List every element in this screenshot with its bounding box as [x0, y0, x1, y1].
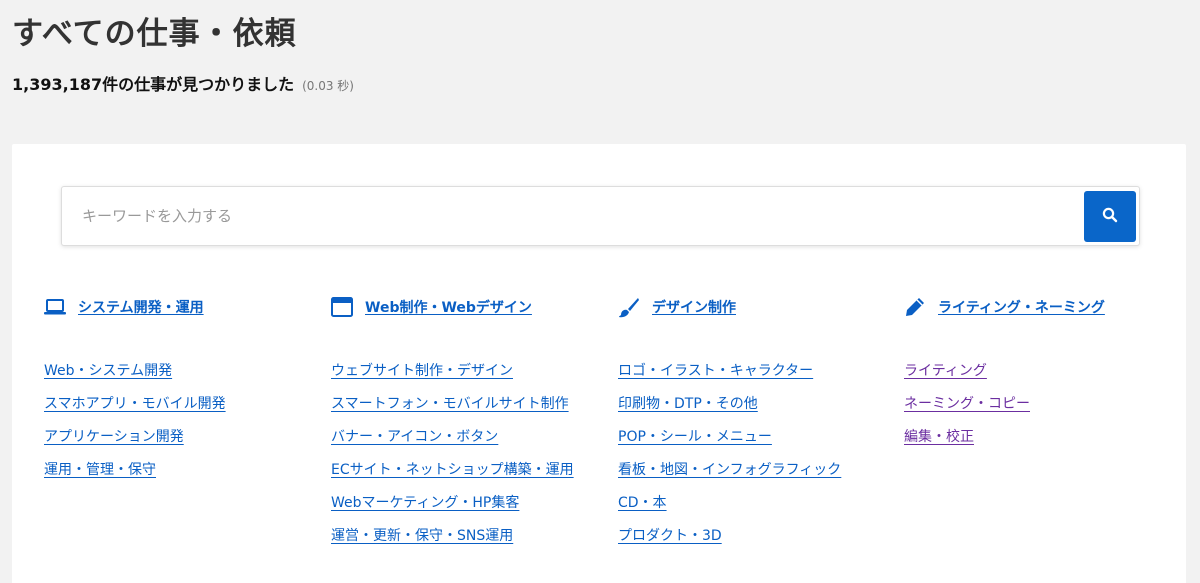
browser-window-icon [331, 296, 353, 318]
category-header: システム開発・運用 [44, 296, 226, 318]
list-item: プロダクト・3D [618, 520, 841, 553]
list-item: ロゴ・イラスト・キャラクター [618, 355, 841, 388]
category-link[interactable]: プロダクト・3D [618, 528, 722, 544]
pencil-icon [904, 296, 926, 318]
category-link[interactable]: Web・システム開発 [44, 363, 172, 379]
result-count: 1,393,187件の仕事が見つかりました (0.03 秒) [12, 71, 354, 95]
category-header: ライティング・ネーミング [904, 296, 1105, 318]
page-title: すべての仕事・依頼 [12, 16, 297, 52]
category-link[interactable]: 運営・更新・保守・SNS運用 [331, 528, 513, 544]
category-link[interactable]: 編集・校正 [904, 429, 974, 445]
list-item: 印刷物・DTP・その他 [618, 388, 841, 421]
list-item: Web・システム開発 [44, 355, 226, 388]
list-item: POP・シール・メニュー [618, 421, 841, 454]
category-header: Web制作・Webデザイン [331, 296, 576, 318]
list-item: ライティング [904, 355, 1105, 388]
list-item: スマートフォン・モバイルサイト制作 [331, 388, 576, 421]
result-count-text: 1,393,187件の仕事が見つかりました [12, 75, 295, 94]
category-writing: ライティング・ネーミング ライティング ネーミング・コピー 編集・校正 [904, 296, 1105, 454]
list-item: 運用・管理・保守 [44, 454, 226, 487]
list-item: スマホアプリ・モバイル開発 [44, 388, 226, 421]
category-link-list: ロゴ・イラスト・キャラクター 印刷物・DTP・その他 POP・シール・メニュー … [618, 355, 841, 553]
search-button[interactable] [1084, 191, 1136, 242]
list-item: アプリケーション開発 [44, 421, 226, 454]
category-link[interactable]: ライティング [904, 363, 987, 379]
category-link[interactable]: ウェブサイト制作・デザイン [331, 363, 513, 379]
list-item: 運営・更新・保守・SNS運用 [331, 520, 576, 553]
category-title-link[interactable]: ライティング・ネーミング [938, 297, 1105, 317]
list-item: CD・本 [618, 487, 841, 520]
category-link[interactable]: ネーミング・コピー [904, 396, 1030, 412]
category-title-link[interactable]: システム開発・運用 [78, 297, 204, 317]
list-item: ECサイト・ネットショップ構築・運用 [331, 454, 576, 487]
category-header: デザイン制作 [618, 296, 841, 318]
search-time: (0.03 秒) [302, 79, 354, 93]
list-item: 看板・地図・インフォグラフィック [618, 454, 841, 487]
category-design: デザイン制作 ロゴ・イラスト・キャラクター 印刷物・DTP・その他 POP・シー… [618, 296, 841, 553]
search-icon [1102, 207, 1118, 226]
category-link-list: ライティング ネーミング・コピー 編集・校正 [904, 355, 1105, 454]
category-link[interactable]: 印刷物・DTP・その他 [618, 396, 758, 412]
category-link[interactable]: スマートフォン・モバイルサイト制作 [331, 396, 569, 412]
list-item: 編集・校正 [904, 421, 1105, 454]
category-link[interactable]: ECサイト・ネットショップ構築・運用 [331, 462, 574, 478]
search-box [61, 186, 1140, 246]
search-card: システム開発・運用 Web・システム開発 スマホアプリ・モバイル開発 アプリケー… [12, 144, 1186, 583]
search-input[interactable] [62, 187, 1082, 245]
list-item: ウェブサイト制作・デザイン [331, 355, 576, 388]
list-item: ネーミング・コピー [904, 388, 1105, 421]
category-link[interactable]: 運用・管理・保守 [44, 462, 156, 478]
category-link-list: Web・システム開発 スマホアプリ・モバイル開発 アプリケーション開発 運用・管… [44, 355, 226, 487]
category-link-list: ウェブサイト制作・デザイン スマートフォン・モバイルサイト制作 バナー・アイコン… [331, 355, 576, 553]
category-web-design: Web制作・Webデザイン ウェブサイト制作・デザイン スマートフォン・モバイル… [331, 296, 576, 553]
category-link[interactable]: ロゴ・イラスト・キャラクター [618, 363, 813, 379]
list-item: バナー・アイコン・ボタン [331, 421, 576, 454]
category-title-link[interactable]: デザイン制作 [652, 297, 736, 317]
category-link[interactable]: アプリケーション開発 [44, 429, 184, 445]
category-link[interactable]: Webマーケティング・HP集客 [331, 495, 519, 511]
category-link[interactable]: バナー・アイコン・ボタン [331, 429, 498, 445]
list-item: Webマーケティング・HP集客 [331, 487, 576, 520]
category-link[interactable]: スマホアプリ・モバイル開発 [44, 396, 226, 412]
category-link[interactable]: 看板・地図・インフォグラフィック [618, 462, 841, 478]
category-link[interactable]: CD・本 [618, 495, 667, 511]
laptop-icon [44, 296, 66, 318]
paintbrush-icon [618, 296, 640, 318]
category-system-dev: システム開発・運用 Web・システム開発 スマホアプリ・モバイル開発 アプリケー… [44, 296, 226, 487]
category-title-link[interactable]: Web制作・Webデザイン [365, 297, 532, 317]
category-link[interactable]: POP・シール・メニュー [618, 429, 772, 445]
